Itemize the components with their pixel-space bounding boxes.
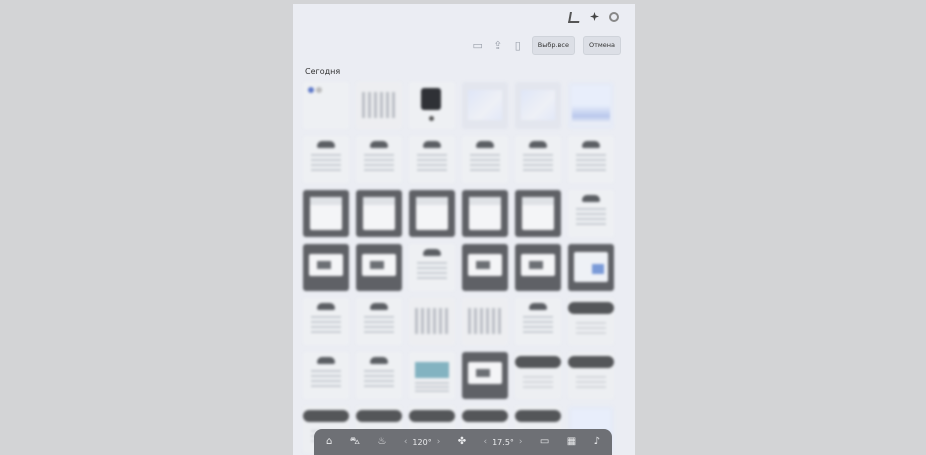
top-icons — [568, 12, 619, 23]
trash-icon[interactable]: ▯ — [512, 39, 524, 52]
right-temp-down-icon[interactable]: ‹ — [483, 437, 487, 447]
left-temp-up-icon[interactable]: › — [437, 437, 441, 447]
thumbnail[interactable] — [568, 298, 614, 345]
thumbnail[interactable] — [409, 298, 455, 345]
bottom-dock: ⌂ ⛍ ♨ ‹ 120° › ✤ ‹ 17.5° › ▭ ▦ ♪ — [314, 429, 612, 455]
left-climate-control: ‹ 120° › — [404, 437, 441, 447]
thumbnail-grid — [303, 82, 625, 453]
thumbnail[interactable] — [515, 136, 561, 183]
thumbnail[interactable] — [303, 190, 349, 237]
thumbnail[interactable] — [356, 298, 402, 345]
thumbnail[interactable] — [568, 190, 614, 237]
thumbnail[interactable] — [515, 244, 561, 291]
gallery-panel: ▭ ⇪ ▯ Выбр.все Отмена Сегодня — [293, 4, 635, 455]
left-temp-down-icon[interactable]: ‹ — [404, 437, 408, 447]
thumbnail[interactable] — [356, 352, 402, 399]
thumbnail[interactable] — [568, 82, 614, 129]
thumbnail[interactable] — [462, 136, 508, 183]
settings-icon[interactable] — [609, 12, 619, 22]
thumbnail[interactable] — [303, 352, 349, 399]
cancel-button[interactable]: Отмена — [582, 36, 621, 55]
right-climate-control: ‹ 17.5° › — [483, 437, 522, 447]
apps-icon[interactable]: ▦ — [567, 429, 576, 455]
thumbnail[interactable] — [409, 82, 455, 129]
edit-icon[interactable] — [568, 12, 581, 23]
fan-icon[interactable]: ✤ — [458, 429, 466, 455]
right-temp-value: 17.5° — [492, 437, 514, 447]
thumbnail[interactable] — [568, 352, 614, 399]
thumbnail[interactable] — [515, 298, 561, 345]
thumbnail[interactable] — [303, 244, 349, 291]
left-temp-value: 120° — [412, 437, 432, 447]
thumbnail[interactable] — [356, 190, 402, 237]
seat-heat-icon[interactable]: ♨ — [377, 429, 386, 455]
thumbnail[interactable] — [515, 82, 561, 129]
thumbnail[interactable] — [303, 298, 349, 345]
thumbnail[interactable] — [568, 244, 614, 291]
thumbnail[interactable] — [409, 244, 455, 291]
thumbnail[interactable] — [515, 352, 561, 399]
right-temp-up-icon[interactable]: › — [519, 437, 523, 447]
folder-icon[interactable]: ▭ — [472, 39, 484, 52]
thumbnail[interactable] — [462, 352, 508, 399]
selection-toolbar: ▭ ⇪ ▯ Выбр.все Отмена — [472, 36, 621, 55]
section-title-today: Сегодня — [305, 67, 341, 76]
thumbnail[interactable] — [568, 136, 614, 183]
home-icon[interactable]: ⌂ — [326, 429, 332, 455]
thumbnail[interactable] — [462, 244, 508, 291]
car-icon[interactable]: ⛍ — [350, 429, 360, 455]
thumbnail[interactable] — [515, 190, 561, 237]
thumbnail[interactable] — [356, 82, 402, 129]
share-icon[interactable]: ⇪ — [492, 39, 504, 52]
thumbnail[interactable] — [356, 244, 402, 291]
thumbnail[interactable] — [303, 136, 349, 183]
sparkle-icon[interactable] — [590, 12, 599, 21]
thumbnail[interactable] — [409, 190, 455, 237]
screen-icon[interactable]: ▭ — [540, 429, 549, 455]
thumbnail[interactable] — [409, 352, 455, 399]
thumbnail[interactable] — [462, 82, 508, 129]
select-all-button[interactable]: Выбр.все — [531, 36, 575, 55]
thumbnail[interactable] — [303, 82, 349, 129]
thumbnail[interactable] — [462, 298, 508, 345]
thumbnail[interactable] — [462, 190, 508, 237]
music-icon[interactable]: ♪ — [594, 429, 600, 455]
thumbnail[interactable] — [356, 136, 402, 183]
thumbnail[interactable] — [409, 136, 455, 183]
